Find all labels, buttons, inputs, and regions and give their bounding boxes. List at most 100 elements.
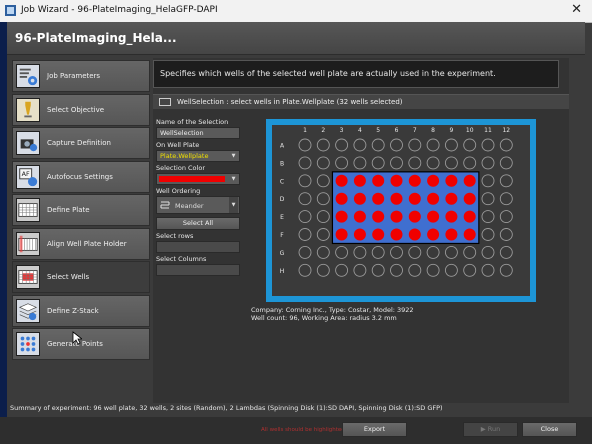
well-selected[interactable] — [408, 192, 421, 205]
well[interactable] — [426, 138, 440, 152]
well[interactable] — [481, 228, 495, 241]
well[interactable] — [390, 245, 403, 259]
well-selected[interactable] — [463, 174, 476, 187]
well-selected[interactable] — [427, 192, 440, 205]
sidebar-item-define-plate[interactable]: Define Plate — [12, 194, 150, 226]
close-icon[interactable]: ✕ — [571, 2, 582, 17]
well[interactable] — [316, 210, 330, 224]
well[interactable] — [298, 192, 312, 206]
well[interactable] — [481, 156, 495, 170]
well[interactable] — [371, 245, 385, 259]
well[interactable] — [408, 156, 422, 170]
well[interactable] — [298, 156, 312, 170]
well[interactable] — [316, 228, 330, 241]
selection-color-picker[interactable]: ▼ — [156, 173, 240, 185]
well[interactable] — [444, 138, 458, 152]
well-selected[interactable] — [335, 192, 348, 205]
well[interactable] — [463, 245, 477, 259]
well-selected[interactable] — [353, 210, 366, 223]
select-rows-field[interactable] — [156, 241, 240, 253]
well[interactable] — [335, 138, 349, 152]
chevron-down-icon[interactable]: ▼ — [229, 174, 238, 184]
well-selected[interactable] — [353, 192, 366, 205]
selection-name-field[interactable]: WellSelection — [156, 127, 240, 139]
well[interactable] — [481, 245, 495, 259]
well[interactable] — [408, 245, 422, 259]
well[interactable] — [444, 245, 458, 259]
well[interactable] — [371, 263, 385, 277]
select-all-button[interactable]: Select All — [156, 217, 240, 230]
well-selected[interactable] — [408, 210, 421, 223]
well[interactable] — [298, 228, 312, 241]
sidebar-item-define-z-stack[interactable]: Define Z-Stack — [12, 294, 150, 327]
well[interactable] — [481, 192, 495, 206]
well-selected[interactable] — [445, 174, 458, 187]
well-selected[interactable] — [408, 228, 421, 241]
well-ordering-select[interactable]: Meander ▼ — [156, 196, 240, 214]
well[interactable] — [499, 156, 513, 170]
well[interactable] — [371, 138, 385, 152]
well[interactable] — [353, 156, 367, 170]
well[interactable] — [463, 156, 477, 170]
well-selected[interactable] — [390, 192, 403, 205]
well[interactable] — [316, 138, 330, 152]
well-selected[interactable] — [335, 210, 348, 223]
well[interactable] — [335, 263, 349, 277]
well-selected[interactable] — [445, 210, 458, 223]
well[interactable] — [481, 138, 495, 152]
well-selected[interactable] — [335, 228, 348, 241]
well-selected[interactable] — [427, 228, 440, 241]
well-selected[interactable] — [372, 174, 385, 187]
well[interactable] — [426, 263, 440, 277]
well[interactable] — [316, 174, 330, 188]
close-button[interactable]: Close — [522, 422, 577, 437]
sidebar-item-capture-definition[interactable]: Capture Definition — [12, 127, 150, 159]
well[interactable] — [298, 245, 312, 259]
well-selected[interactable] — [427, 174, 440, 187]
well[interactable] — [426, 245, 440, 259]
sidebar-item-job-parameters[interactable]: Job Parameters — [12, 60, 150, 92]
well[interactable] — [390, 263, 403, 277]
well-selected[interactable] — [445, 228, 458, 241]
well-selected[interactable] — [372, 228, 385, 241]
well[interactable] — [353, 263, 367, 277]
well[interactable] — [390, 156, 403, 170]
well[interactable] — [316, 245, 330, 259]
well[interactable] — [426, 156, 440, 170]
well-plate-grid[interactable]: 1 2 3 4 5 6 7 8 9 10 11 12ABCDEFGH — [272, 125, 530, 296]
well[interactable] — [371, 156, 385, 170]
sidebar-item-align-well-plate-holder[interactable]: Align Well Plate Holder — [12, 227, 150, 260]
well[interactable] — [298, 210, 312, 224]
well[interactable] — [499, 174, 513, 188]
well[interactable] — [481, 263, 495, 277]
well[interactable] — [499, 138, 513, 152]
well[interactable] — [316, 263, 330, 277]
chevron-down-icon[interactable]: ▼ — [229, 197, 238, 213]
well[interactable] — [353, 245, 367, 259]
well[interactable] — [390, 138, 403, 152]
well[interactable] — [408, 138, 422, 152]
well[interactable] — [481, 210, 495, 224]
well[interactable] — [481, 174, 495, 188]
well[interactable] — [298, 138, 312, 152]
well[interactable] — [444, 156, 458, 170]
well-selected[interactable] — [390, 228, 403, 241]
well[interactable] — [316, 156, 330, 170]
well[interactable] — [499, 263, 513, 277]
select-columns-field[interactable] — [156, 264, 240, 276]
well[interactable] — [463, 138, 477, 152]
well-selected[interactable] — [372, 192, 385, 205]
well[interactable] — [335, 245, 349, 259]
sidebar-item-select-wells[interactable]: Select Wells — [12, 261, 150, 293]
well[interactable] — [463, 263, 477, 277]
well-selected[interactable] — [463, 228, 476, 241]
well-selected[interactable] — [353, 174, 366, 187]
well[interactable] — [408, 263, 422, 277]
well-plate-select[interactable]: Plate.Wellplate ▼ — [156, 150, 240, 162]
export-button[interactable]: Export — [342, 422, 407, 437]
well-selected[interactable] — [463, 210, 476, 223]
well-selected[interactable] — [353, 228, 366, 241]
well[interactable] — [444, 263, 458, 277]
well-selected[interactable] — [408, 174, 421, 187]
run-button[interactable]: ▶ Run — [463, 422, 518, 437]
